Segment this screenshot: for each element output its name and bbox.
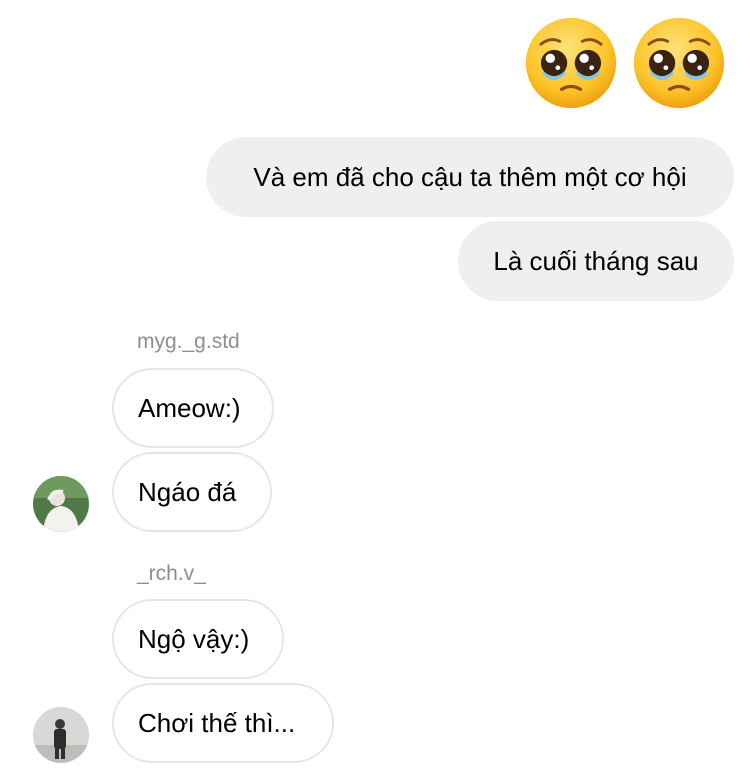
sent-message-bubble[interactable]: Và em đã cho cậu ta thêm một cơ hội [206, 137, 734, 217]
pleading-face-icon [524, 16, 618, 110]
avatar[interactable] [33, 476, 89, 532]
received-message-bubble[interactable]: Chơi thế thì... [112, 683, 334, 763]
pleading-face-icon [632, 16, 726, 110]
received-message-bubble[interactable]: Ngáo đá [112, 452, 272, 532]
received-message-bubble[interactable]: Ameow:) [112, 368, 274, 448]
sender-username[interactable]: myg._g.std [137, 330, 240, 354]
received-message-bubble[interactable]: Ngộ vậy:) [112, 599, 284, 679]
sender-username[interactable]: _rch.v_ [137, 562, 206, 586]
sent-message-bubble[interactable]: Là cuối tháng sau [458, 221, 734, 301]
avatar[interactable] [33, 707, 89, 763]
